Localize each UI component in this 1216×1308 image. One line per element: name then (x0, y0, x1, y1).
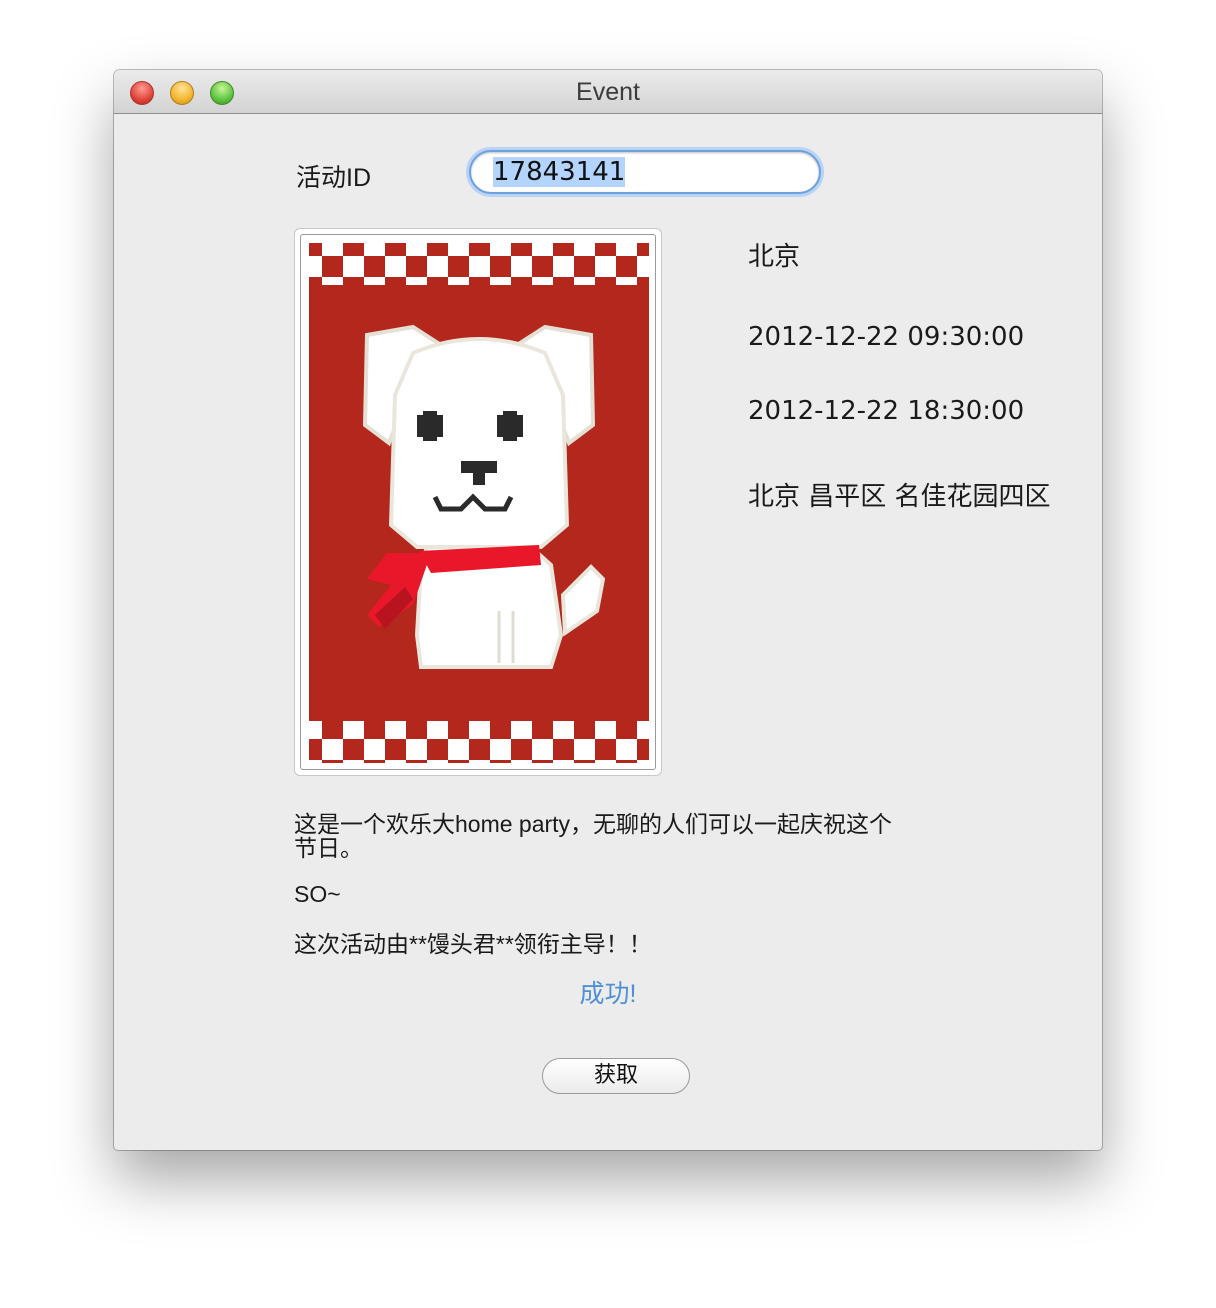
event-description-line: 这是一个欢乐大home party，无聊的人们可以一起庆祝这个 (294, 811, 893, 837)
event-image-well (294, 228, 662, 776)
activity-id-input[interactable]: 17843141 (469, 150, 821, 194)
event-description-line: 节日。 (294, 835, 363, 861)
activity-id-label: 活动ID (296, 164, 372, 192)
event-description-line: SO~ (294, 881, 341, 907)
close-button[interactable] (130, 81, 154, 105)
event-city: 北京 (748, 242, 801, 272)
dog-poster-svg (309, 243, 649, 763)
zoom-button[interactable] (210, 81, 234, 105)
event-window: Event 活动ID 17843141 北京 2012-12-22 09:30:… (114, 70, 1102, 1150)
minimize-button[interactable] (170, 81, 194, 105)
status-message: 成功! (579, 980, 637, 1008)
dog-poster-image (300, 234, 656, 770)
fetch-button[interactable]: 获取 (542, 1058, 690, 1094)
event-address: 北京 昌平区 名佳花园四区 (748, 482, 1051, 512)
activity-id-value: 17843141 (493, 157, 626, 187)
window-title: Event (576, 78, 640, 106)
title-bar[interactable]: Event (114, 70, 1102, 114)
event-description-line: 这次活动由**馒头君**领衔主导！！ (294, 931, 652, 957)
event-start-time: 2012-12-22 09:30:00 (748, 322, 1025, 352)
event-end-time: 2012-12-22 18:30:00 (748, 396, 1025, 426)
